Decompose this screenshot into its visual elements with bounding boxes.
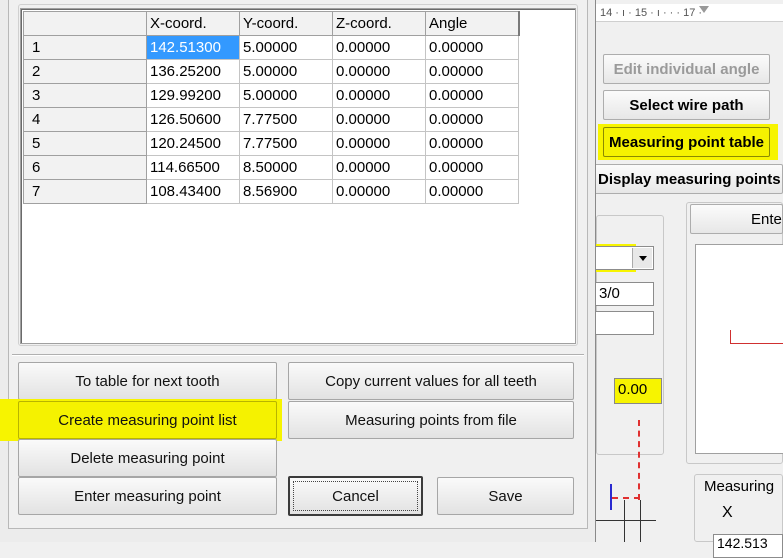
cancel-button[interactable]: Cancel: [288, 476, 423, 516]
dark-vline-1: [624, 500, 625, 542]
save-button[interactable]: Save: [437, 477, 574, 515]
delete-measuring-point-button[interactable]: Delete measuring point: [18, 439, 277, 477]
preview-red-hline: [740, 343, 783, 344]
empty-field[interactable]: [596, 311, 654, 335]
dark-line: [596, 520, 656, 521]
x-label: X: [722, 504, 733, 521]
dialog-separator: [12, 354, 584, 356]
to-table-next-tooth-button[interactable]: To table for next tooth: [18, 362, 277, 400]
x-value-field[interactable]: 142.513: [713, 534, 783, 558]
display-measuring-points-button[interactable]: Display measuring points: [593, 164, 783, 194]
focus-rect: [293, 481, 418, 511]
preview-canvas: [695, 244, 783, 454]
ruler-marker: [699, 6, 709, 13]
measuring-point-table-button[interactable]: Measuring point table: [603, 127, 770, 157]
ruler: 14 · ı · 15 · ı · · · 17 ·: [596, 4, 783, 22]
enter-button[interactable]: Ente: [690, 204, 783, 234]
red-dashed-horizontal: [612, 497, 640, 499]
create-measuring-point-list-button[interactable]: Create measuring point list: [18, 401, 277, 439]
measuring-group-label: Measuring: [702, 478, 777, 495]
copy-current-values-button[interactable]: Copy current values for all teeth: [288, 362, 574, 400]
preview-red-line: [730, 330, 740, 344]
chevron-down-icon: [638, 255, 647, 261]
dropdown-button[interactable]: [632, 248, 652, 268]
dark-vline-2: [640, 500, 641, 542]
angle-value-field[interactable]: 0.00: [614, 378, 662, 404]
edit-individual-angle-button[interactable]: Edit individual angle: [603, 54, 770, 84]
measuring-points-from-file-button[interactable]: Measuring points from file: [288, 401, 574, 439]
red-dashed-line: [638, 420, 640, 500]
select-wire-path-button[interactable]: Select wire path: [603, 90, 770, 120]
grid-groupbox: [18, 4, 578, 346]
blue-line: [610, 484, 612, 510]
value-field[interactable]: 3/0: [596, 282, 654, 306]
enter-measuring-point-button[interactable]: Enter measuring point: [18, 477, 277, 515]
